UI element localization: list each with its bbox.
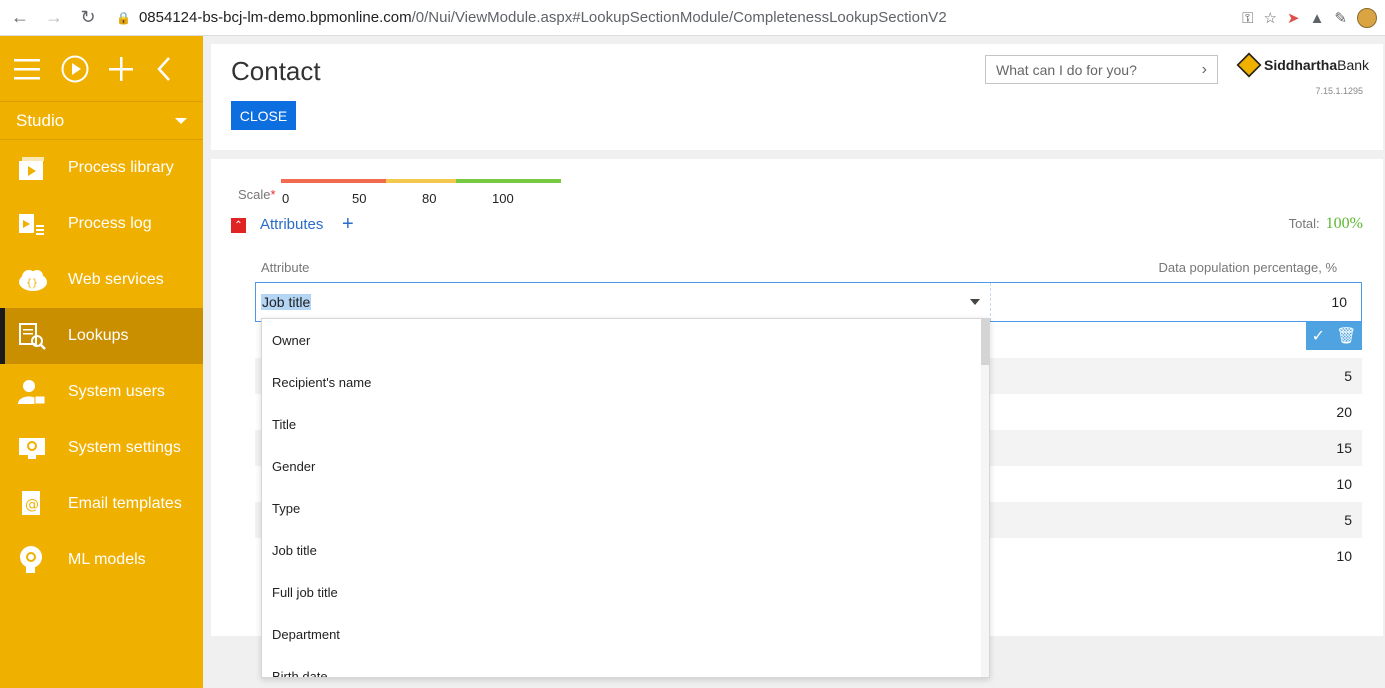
required-marker: *: [270, 187, 276, 202]
attribute-combobox-value: Job title: [261, 294, 312, 310]
sidebar-toolbar: [0, 36, 203, 102]
dropdown-option[interactable]: Department: [262, 613, 989, 655]
total-summary: Total: 100%: [1288, 215, 1363, 232]
add-attribute-button[interactable]: +: [342, 213, 354, 236]
svg-text:@: @: [25, 497, 39, 513]
play-icon[interactable]: [61, 49, 108, 89]
scale-segment-low: [281, 179, 386, 183]
process-library-icon: [18, 153, 68, 183]
sidebar: Studio Process library Process log {} We…: [0, 36, 203, 688]
workplace-selector[interactable]: Studio: [0, 102, 203, 140]
sidebar-item-label: Lookups: [68, 327, 129, 344]
system-settings-icon: [18, 433, 68, 463]
row-percentage: 10: [1336, 476, 1352, 492]
sidebar-item-system-users[interactable]: System users: [0, 364, 203, 420]
column-header-percentage: Data population percentage, %: [1158, 260, 1337, 275]
sidebar-item-email-templates[interactable]: @ Email templates: [0, 476, 203, 532]
percentage-input[interactable]: 10: [1331, 294, 1347, 310]
search-placeholder: What can I do for you?: [996, 61, 1137, 78]
sidebar-item-ml-models[interactable]: ML models: [0, 532, 203, 588]
dropdown-option[interactable]: Full job title: [262, 571, 989, 613]
back-icon[interactable]: ←: [6, 4, 34, 32]
chevron-down-icon: [175, 117, 187, 124]
version-label: 7.15.1.1295: [1315, 86, 1363, 96]
sidebar-item-label: Email templates: [68, 495, 182, 512]
email-templates-icon: @: [18, 489, 68, 519]
close-button[interactable]: CLOSE: [231, 101, 296, 130]
dropdown-option[interactable]: Type: [262, 487, 989, 529]
dropdown-option[interactable]: Recipient's name: [262, 361, 989, 403]
sidebar-item-label: Process log: [68, 215, 152, 232]
edit-row: Job title 10: [255, 282, 1362, 322]
sidebar-item-process-log[interactable]: Process log: [0, 196, 203, 252]
lock-icon: 🔒: [116, 10, 131, 25]
extension-icon[interactable]: ➤: [1287, 9, 1300, 27]
scrollbar-thumb[interactable]: [981, 319, 989, 365]
sidebar-item-web-services[interactable]: {} Web services: [0, 252, 203, 308]
system-users-icon: [18, 377, 68, 407]
logo-text: SiddharthaBank: [1264, 57, 1370, 73]
chevron-down-icon[interactable]: [970, 299, 980, 305]
browser-toolbar: ← → ↻ 🔒 0854124-bs-bcj-lm-demo.bpmonline…: [0, 0, 1385, 36]
chevron-right-icon[interactable]: ›: [1202, 61, 1207, 79]
url-host: 0854124-bs-bcj-lm-demo.bpmonline.com: [138, 9, 412, 26]
scale-segment-high: [456, 179, 561, 183]
web-services-icon: {}: [18, 265, 68, 295]
scale-bar: [281, 179, 561, 183]
forward-icon[interactable]: →: [40, 4, 68, 32]
dropdown-scrollbar[interactable]: [981, 319, 989, 677]
sidebar-item-label: System settings: [68, 439, 181, 456]
plus-icon[interactable]: [108, 49, 156, 89]
scale-tick: 80: [422, 191, 437, 206]
attribute-combobox[interactable]: Job title: [256, 283, 991, 321]
row-percentage: 10: [1336, 548, 1352, 564]
drive-icon[interactable]: ▲: [1310, 10, 1325, 27]
lookups-icon: [18, 321, 68, 351]
collapse-icon[interactable]: [156, 49, 203, 89]
scale-tick: 50: [352, 191, 367, 206]
workplace-label: Studio: [16, 110, 65, 130]
address-bar[interactable]: 🔒 0854124-bs-bcj-lm-demo.bpmonline.com/0…: [116, 9, 947, 26]
dropdown-option[interactable]: Gender: [262, 445, 989, 487]
row-percentage: 5: [1344, 368, 1352, 384]
attributes-group-label[interactable]: Attributes: [260, 216, 323, 233]
scale-tick: 100: [492, 191, 514, 206]
process-log-icon: [18, 209, 68, 239]
star-icon[interactable]: ☆: [1264, 9, 1277, 27]
dropdown-option[interactable]: Job title: [262, 529, 989, 571]
sidebar-item-system-settings[interactable]: System settings: [0, 420, 203, 476]
sidebar-item-lookups[interactable]: Lookups: [0, 308, 203, 364]
sidebar-item-label: Web services: [68, 271, 164, 288]
sidebar-item-label: ML models: [68, 551, 146, 568]
company-logo: SiddharthaBank: [1236, 52, 1370, 78]
hamburger-menu-icon[interactable]: [14, 49, 61, 89]
command-search-input[interactable]: What can I do for you? ›: [985, 55, 1218, 84]
key-icon[interactable]: ⚿: [1242, 10, 1253, 27]
dropdown-option[interactable]: Title: [262, 403, 989, 445]
page-title: Contact: [231, 56, 321, 86]
dropdown-option[interactable]: Owner: [262, 319, 989, 361]
row-percentage: 15: [1336, 440, 1352, 456]
eyedropper-icon[interactable]: ✎: [1334, 9, 1347, 27]
reload-icon[interactable]: ↻: [74, 4, 102, 32]
avatar[interactable]: [1357, 8, 1377, 28]
ml-models-icon: [18, 545, 68, 575]
sidebar-item-label: Process library: [68, 159, 174, 176]
scale-label: Scale*: [238, 187, 276, 202]
attribute-dropdown-list: Owner Recipient's name Title Gender Type…: [261, 318, 990, 678]
sidebar-item-label: System users: [68, 383, 165, 400]
scale-segment-mid: [386, 179, 456, 183]
row-percentage: 5: [1344, 512, 1352, 528]
column-header-attribute: Attribute: [261, 260, 310, 275]
dropdown-option[interactable]: Birth date: [262, 655, 989, 678]
svg-text:{}: {}: [26, 278, 38, 289]
logo-mark-icon: [1236, 52, 1262, 78]
row-percentage: 20: [1336, 404, 1352, 420]
page-header: Contact CLOSE What can I do for you? › S…: [211, 44, 1383, 150]
collapse-toggle-icon[interactable]: ⌃: [231, 218, 246, 233]
total-value: 100%: [1325, 215, 1363, 232]
url-path: /0/Nui/ViewModule.aspx#LookupSectionModu…: [411, 9, 947, 26]
scale-tick: 0: [282, 191, 290, 206]
sidebar-item-process-library[interactable]: Process library: [0, 140, 203, 196]
